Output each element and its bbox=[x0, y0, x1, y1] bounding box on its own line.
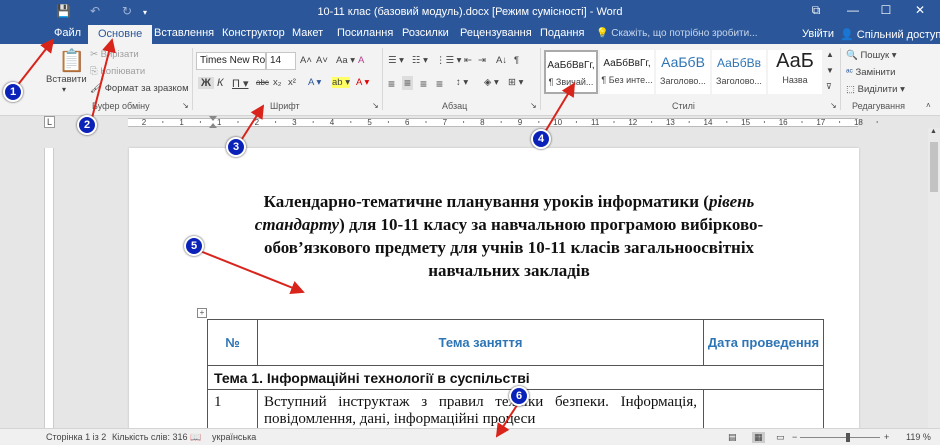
annotation-arrow-2 bbox=[91, 38, 116, 119]
annotation-badge-6: 6 bbox=[509, 386, 529, 406]
annotation-badge-2: 2 bbox=[77, 115, 97, 135]
word-window: 💾 ↶ ↻ ▾ 10-11 клас (базовий модуль).docx… bbox=[0, 0, 940, 445]
annotation-badge-1: 1 bbox=[3, 82, 23, 102]
annotation-arrows bbox=[16, 38, 576, 438]
annotation-arrow-3 bbox=[239, 104, 265, 143]
annotation-badge-3: 3 bbox=[226, 137, 246, 157]
annotation-badge-5: 5 bbox=[184, 236, 204, 256]
annotation-arrow-5 bbox=[199, 250, 305, 295]
annotation-arrow-4 bbox=[544, 82, 576, 133]
annotation-arrow-1 bbox=[16, 38, 55, 87]
annotation-badge-4: 4 bbox=[531, 129, 551, 149]
